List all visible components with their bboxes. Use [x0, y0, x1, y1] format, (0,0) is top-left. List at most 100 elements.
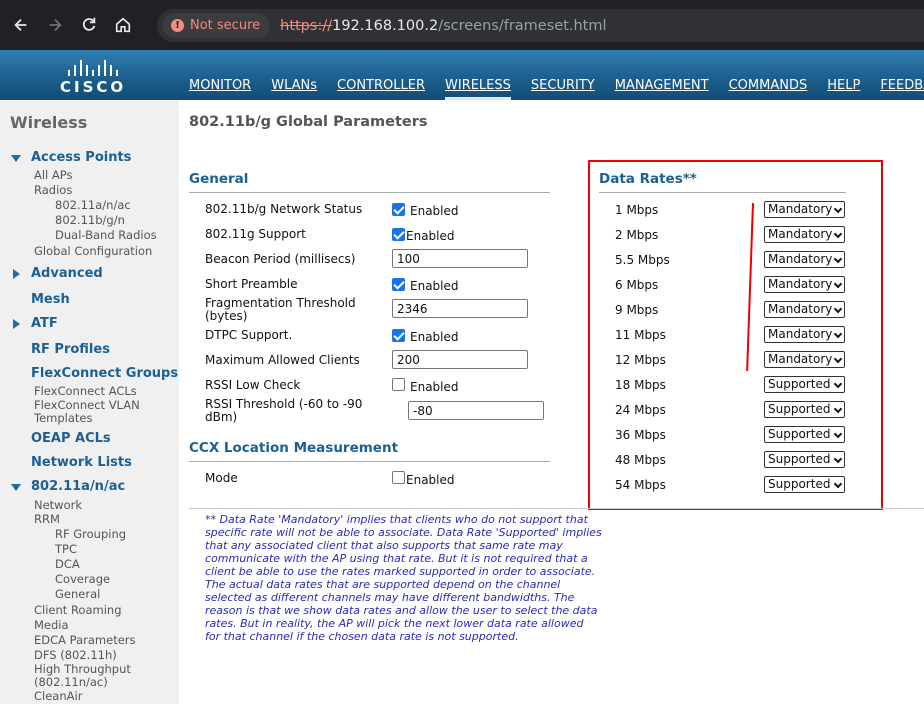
sidebar-oeap-acls[interactable]: OEAP ACLs: [31, 431, 111, 446]
sidebar-network[interactable]: Network: [34, 498, 82, 512]
sidebar-dfs[interactable]: DFS (802.11h): [34, 648, 117, 662]
sidebar-rf-grouping[interactable]: RF Grouping: [55, 527, 126, 541]
sidebar-client-roaming[interactable]: Client Roaming: [34, 603, 122, 617]
dtpc-checkbox[interactable]: [392, 329, 405, 342]
sidebar-high-throughput[interactable]: High Throughput: [34, 662, 131, 676]
frag-threshold-input[interactable]: [392, 299, 528, 318]
sidebar-network-lists[interactable]: Network Lists: [31, 455, 132, 470]
rate-select-value: Supported: [768, 402, 831, 416]
sidebar-media[interactable]: Media: [34, 618, 69, 632]
url-scheme: https://: [280, 17, 333, 34]
rssi-low-checkbox[interactable]: [392, 378, 405, 391]
sidebar-radio-dual[interactable]: Dual-Band Radios: [55, 228, 157, 242]
sidebar-high-throughput-sub[interactable]: (802.11n/ac): [34, 675, 108, 689]
sidebar-access-points[interactable]: Access Points: [31, 150, 131, 165]
url-text[interactable]: https://192.168.100.2/screens/frameset.h…: [280, 18, 606, 34]
rate-label: 11 Mbps: [615, 328, 666, 342]
sidebar-rrm[interactable]: RRM: [34, 512, 60, 526]
data-rates-divider: [599, 192, 846, 193]
sidebar-all-aps[interactable]: All APs: [34, 168, 73, 182]
footnote-line: communicate with the AP using that rate.…: [205, 552, 588, 565]
rate-select[interactable]: Mandatory: [764, 276, 845, 293]
sidebar-tpc[interactable]: TPC: [55, 542, 77, 556]
sidebar-band-a[interactable]: 802.11a/n/ac: [31, 479, 125, 494]
sidebar-cleanair[interactable]: CleanAir: [34, 689, 82, 703]
menu-help[interactable]: HELP: [827, 78, 860, 100]
ccx-mode-checkbox[interactable]: [392, 471, 405, 484]
max-clients-input[interactable]: [392, 350, 528, 369]
menu-monitor[interactable]: MONITOR: [189, 78, 251, 100]
rssi-threshold-input[interactable]: [408, 401, 544, 420]
footnote-line: The actual data rates that are supported…: [205, 578, 561, 591]
sidebar-mesh[interactable]: Mesh: [31, 292, 70, 307]
back-button[interactable]: [6, 10, 36, 40]
home-icon: [115, 17, 131, 33]
rate-select[interactable]: Supported: [764, 451, 845, 468]
security-indicator[interactable]: ! Not secure: [163, 13, 271, 38]
ccx-divider: [189, 461, 550, 462]
rate-select[interactable]: Mandatory: [764, 226, 845, 243]
data-rates-footnote-mark: **: [682, 171, 697, 187]
chevron-down-icon: [833, 254, 843, 264]
footnote-line: that any associated client that also sup…: [205, 539, 563, 552]
rate-select[interactable]: Supported: [764, 376, 845, 393]
home-button[interactable]: [108, 10, 138, 40]
sidebar-advanced[interactable]: Advanced: [31, 266, 103, 281]
rate-label: 48 Mbps: [615, 453, 666, 467]
menu-feedback[interactable]: FEEDBACK: [880, 78, 924, 100]
sidebar-flexconnect-acls[interactable]: FlexConnect ACLs: [34, 384, 137, 398]
collapsed-icon[interactable]: [13, 319, 20, 329]
rate-select[interactable]: Mandatory: [764, 326, 845, 343]
address-bar[interactable]: ! Not secure https://192.168.100.2/scree…: [157, 9, 924, 42]
collapsed-icon[interactable]: [13, 269, 20, 279]
general-divider: [189, 192, 550, 193]
expanded-icon[interactable]: [11, 155, 21, 162]
sidebar-general[interactable]: General: [55, 587, 100, 601]
rate-select[interactable]: Supported: [764, 401, 845, 418]
url-host: 192.168.100.2: [332, 17, 439, 34]
reload-button[interactable]: [74, 10, 104, 40]
rate-select[interactable]: Mandatory: [764, 201, 845, 218]
cisco-logo-text: CISCO: [60, 78, 127, 96]
sidebar-flexconnect-vlan-templates[interactable]: Templates: [34, 411, 92, 425]
chevron-down-icon: [833, 329, 843, 339]
cisco-bars-icon: [60, 56, 126, 76]
rate-select[interactable]: Supported: [764, 426, 845, 443]
sidebar-flexconnect-groups[interactable]: FlexConnect Groups: [31, 366, 178, 381]
g-support-text: Enabled: [406, 229, 455, 243]
rate-select[interactable]: Mandatory: [764, 301, 845, 318]
expanded-icon[interactable]: [11, 484, 21, 491]
sidebar-title: Wireless: [10, 113, 88, 132]
sidebar-edca[interactable]: EDCA Parameters: [34, 633, 136, 647]
rate-label: 24 Mbps: [615, 403, 666, 417]
menu-controller[interactable]: CONTROLLER: [337, 78, 425, 100]
menu-commands[interactable]: COMMANDS: [729, 78, 808, 100]
sidebar-radios[interactable]: Radios: [34, 183, 72, 197]
rate-label: 18 Mbps: [615, 378, 666, 392]
beacon-period-input[interactable]: [392, 249, 528, 268]
g-support-checkbox[interactable]: [392, 228, 405, 241]
menu-management[interactable]: MANAGEMENT: [615, 78, 709, 100]
short-preamble-checkbox[interactable]: [392, 278, 405, 291]
sidebar: Wireless Access Points All APs Radios 80…: [0, 100, 179, 704]
menu-wireless[interactable]: WIRELESS: [445, 78, 511, 100]
sidebar-global-config[interactable]: Global Configuration: [34, 244, 152, 258]
menu-security[interactable]: SECURITY: [531, 78, 595, 100]
menu-wlans[interactable]: WLANs: [271, 78, 317, 100]
forward-button[interactable]: [40, 10, 70, 40]
network-status-checkbox[interactable]: [392, 203, 405, 216]
sidebar-dca[interactable]: DCA: [55, 557, 80, 571]
sidebar-atf[interactable]: ATF: [31, 316, 58, 331]
sidebar-flexconnect-vlan[interactable]: FlexConnect VLAN: [34, 398, 140, 412]
network-status-label: 802.11b/g Network Status: [205, 202, 363, 216]
sidebar-radio-a[interactable]: 802.11a/n/ac: [55, 198, 131, 212]
chevron-down-icon: [833, 229, 843, 239]
sidebar-rf-profiles[interactable]: RF Profiles: [31, 342, 110, 357]
sidebar-radio-b[interactable]: 802.11b/g/n: [55, 213, 125, 227]
rate-label: 1 Mbps: [615, 203, 659, 217]
rate-select[interactable]: Mandatory: [764, 351, 845, 368]
rate-select[interactable]: Supported: [764, 476, 845, 493]
network-status-text: Enabled: [410, 204, 459, 218]
rate-select[interactable]: Mandatory: [764, 251, 845, 268]
sidebar-coverage[interactable]: Coverage: [55, 572, 110, 586]
